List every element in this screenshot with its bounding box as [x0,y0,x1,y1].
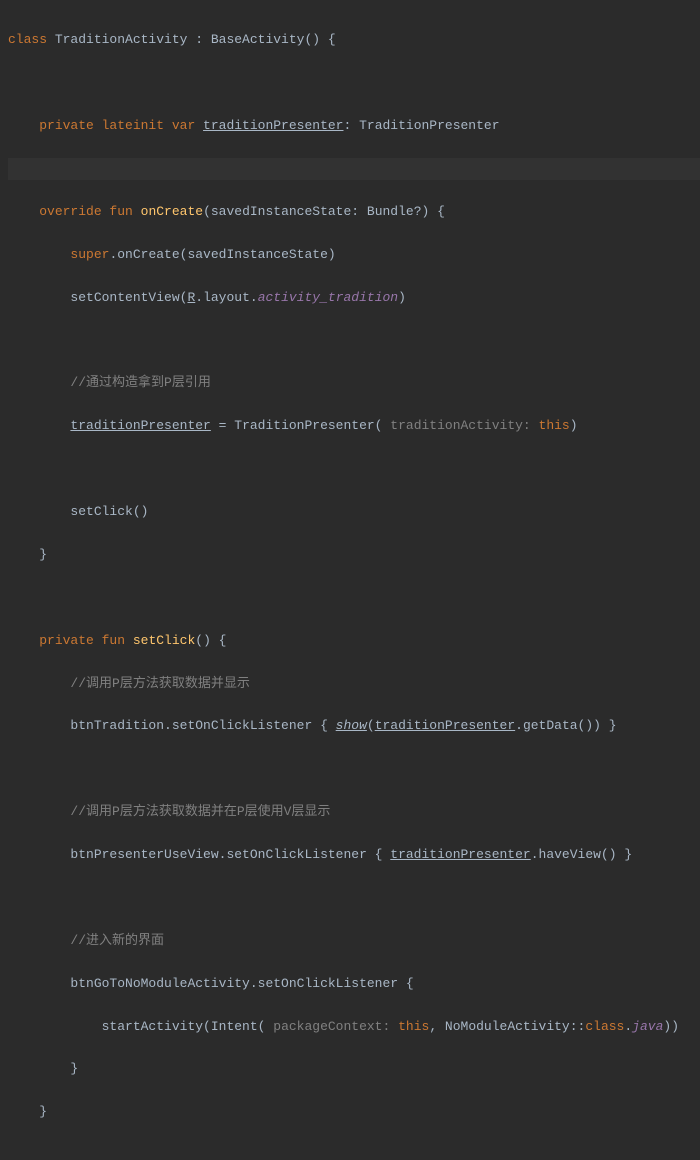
code-line: } [8,1058,700,1079]
code-line-caret [8,158,700,179]
code-line: //进入新的界面 [8,930,700,951]
code-line: private lateinit var traditionPresenter:… [8,115,700,136]
code-editor[interactable]: class TraditionActivity : BaseActivity()… [8,8,700,1160]
code-line [8,587,700,608]
code-line [8,458,700,479]
code-line: setContentView(R.layout.activity_traditi… [8,287,700,308]
code-line: btnTradition.setOnClickListener { show(t… [8,715,700,736]
code-line: startActivity(Intent( packageContext: th… [8,1016,700,1037]
code-line: override fun onCreate(savedInstanceState… [8,201,700,222]
code-line [8,72,700,93]
code-line: } [8,1101,700,1122]
code-line: setClick() [8,501,700,522]
code-line: //调用P层方法获取数据并在P层使用V层显示 [8,801,700,822]
code-line: //通过构造拿到P层引用 [8,372,700,393]
code-line: super.onCreate(savedInstanceState) [8,244,700,265]
code-line [8,330,700,351]
code-line [8,1144,700,1160]
code-line: } [8,544,700,565]
code-line: //调用P层方法获取数据并显示 [8,673,700,694]
code-line [8,887,700,908]
code-line: private fun setClick() { [8,630,700,651]
code-line: btnPresenterUseView.setOnClickListener {… [8,844,700,865]
code-line: class TraditionActivity : BaseActivity()… [8,29,700,50]
code-line: btnGoToNoModuleActivity.setOnClickListen… [8,973,700,994]
code-line [8,758,700,779]
code-line: traditionPresenter = TraditionPresenter(… [8,415,700,436]
